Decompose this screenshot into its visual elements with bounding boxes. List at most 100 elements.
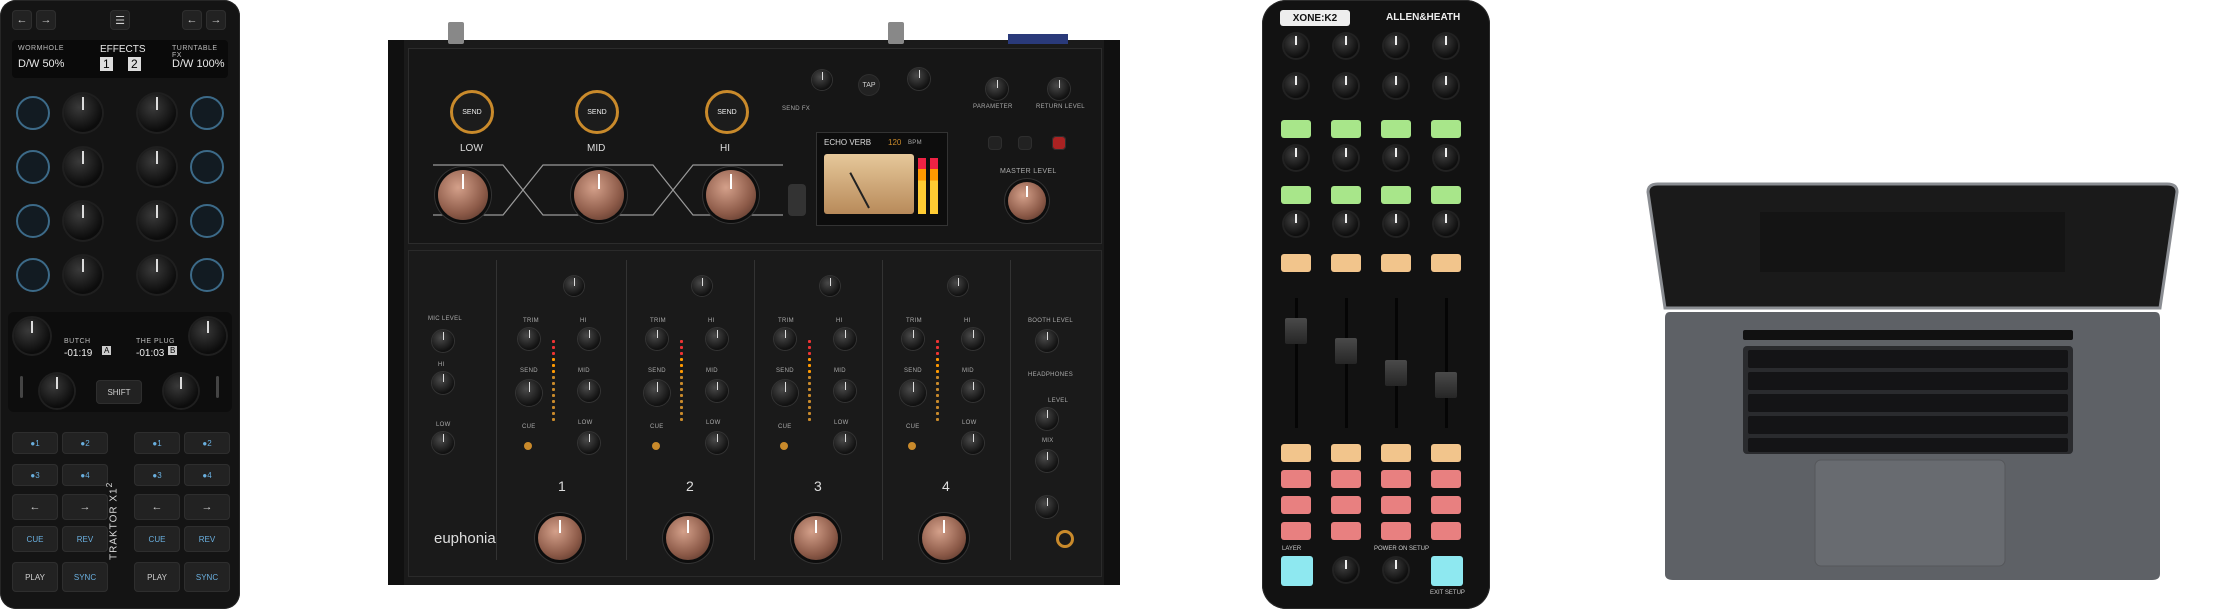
encoder[interactable]: [1334, 34, 1358, 58]
pot[interactable]: [1434, 212, 1458, 236]
sync-button[interactable]: SYNC: [62, 562, 108, 592]
cue-button[interactable]: [908, 442, 916, 450]
send-knob[interactable]: [900, 380, 926, 406]
beatjump-back-button[interactable]: ←: [134, 494, 180, 520]
pad-red[interactable]: [1431, 496, 1461, 514]
pot[interactable]: [1334, 74, 1358, 98]
shift-button[interactable]: SHIFT: [96, 380, 142, 404]
pad-red[interactable]: [1381, 496, 1411, 514]
input-select-knob[interactable]: [820, 276, 840, 296]
pot[interactable]: [1384, 74, 1408, 98]
touch-strip-left[interactable]: [20, 376, 23, 398]
exit-setup-button[interactable]: [1431, 556, 1463, 586]
pad-red[interactable]: [1331, 470, 1361, 488]
pad-green[interactable]: [1431, 186, 1461, 204]
beatjump-back-button[interactable]: ←: [12, 494, 58, 520]
fx-knob[interactable]: [64, 256, 102, 294]
eq-hi-knob[interactable]: [962, 328, 984, 350]
input-select-knob[interactable]: [692, 276, 712, 296]
pad-green[interactable]: [1381, 186, 1411, 204]
fader[interactable]: [1285, 318, 1307, 344]
pad-red[interactable]: [1431, 470, 1461, 488]
fader[interactable]: [1435, 372, 1457, 398]
pad-amber[interactable]: [1281, 444, 1311, 462]
encoder[interactable]: [1384, 34, 1408, 58]
rev-button[interactable]: REV: [184, 526, 230, 552]
pot[interactable]: [1284, 74, 1308, 98]
send-button-mid[interactable]: SEND: [575, 90, 619, 134]
pad-red[interactable]: [1381, 522, 1411, 540]
pad-amber[interactable]: [1381, 254, 1411, 272]
forward-button-right[interactable]: →: [206, 10, 226, 30]
fx-button-ring[interactable]: [16, 96, 50, 130]
encoder[interactable]: [1284, 34, 1308, 58]
pad-amber[interactable]: [1281, 254, 1311, 272]
toggle-switch[interactable]: [788, 184, 806, 216]
touch-bar[interactable]: [1743, 330, 2073, 340]
cue-button[interactable]: [524, 442, 532, 450]
pad-green[interactable]: [1431, 120, 1461, 138]
pad-red[interactable]: [1431, 522, 1461, 540]
mic-low-knob[interactable]: [432, 432, 454, 454]
pot[interactable]: [1334, 212, 1358, 236]
hotcue-button[interactable]: ●3: [134, 464, 180, 486]
pad-green[interactable]: [1281, 120, 1311, 138]
trackpad[interactable]: [1814, 459, 2006, 567]
encoder[interactable]: [1384, 558, 1408, 582]
fx-knob[interactable]: [64, 94, 102, 132]
hotcue-button[interactable]: ●1: [134, 432, 180, 454]
send-knob[interactable]: [644, 380, 670, 406]
brightness-button[interactable]: [1018, 136, 1032, 150]
pad-amber[interactable]: [1431, 254, 1461, 272]
eq-low-knob[interactable]: [834, 432, 856, 454]
pad-red[interactable]: [1281, 496, 1311, 514]
hotcue-button[interactable]: ●2: [184, 432, 230, 454]
eq-hi-knob[interactable]: [578, 328, 600, 350]
pad-red[interactable]: [1281, 522, 1311, 540]
hotcue-button[interactable]: ●2: [62, 432, 108, 454]
fx-button-ring[interactable]: [190, 150, 224, 184]
mic-level-knob[interactable]: [432, 330, 454, 352]
rev-button[interactable]: REV: [62, 526, 108, 552]
beatjump-forward-button[interactable]: →: [62, 494, 108, 520]
pad-green[interactable]: [1381, 120, 1411, 138]
fader[interactable]: [1385, 360, 1407, 386]
fx-button-ring[interactable]: [16, 150, 50, 184]
channel-level-knob[interactable]: [666, 516, 710, 560]
fx-button-ring[interactable]: [16, 258, 50, 292]
pad-green[interactable]: [1331, 186, 1361, 204]
master-mono-button[interactable]: [1052, 136, 1066, 150]
fx-knob[interactable]: [138, 202, 176, 240]
hotcue-button[interactable]: ●4: [62, 464, 108, 486]
eq-low-knob[interactable]: [706, 432, 728, 454]
pot[interactable]: [1384, 146, 1408, 170]
tap-button[interactable]: TAP: [858, 74, 880, 96]
send-knob[interactable]: [772, 380, 798, 406]
fx-knob[interactable]: [64, 202, 102, 240]
fader[interactable]: [1335, 338, 1357, 364]
send-knob[interactable]: [516, 380, 542, 406]
hotcue-button[interactable]: ●3: [12, 464, 58, 486]
pad-amber[interactable]: [1331, 254, 1361, 272]
isolator-knob-low[interactable]: [438, 170, 488, 220]
fx-time-knob[interactable]: [908, 68, 930, 90]
browse-encoder-left[interactable]: [14, 318, 50, 354]
parameter-knob[interactable]: [986, 78, 1008, 100]
back-button[interactable]: ←: [12, 10, 32, 30]
pad-red[interactable]: [1331, 522, 1361, 540]
hotcue-button[interactable]: ●1: [12, 432, 58, 454]
pad-green[interactable]: [1331, 120, 1361, 138]
pad-amber[interactable]: [1331, 444, 1361, 462]
fx-button-ring[interactable]: [190, 258, 224, 292]
eq-mid-knob[interactable]: [834, 380, 856, 402]
fx-button-ring[interactable]: [190, 96, 224, 130]
fx-button-ring[interactable]: [190, 204, 224, 238]
pad-green[interactable]: [1281, 186, 1311, 204]
cue-button[interactable]: CUE: [134, 526, 180, 552]
eq-low-knob[interactable]: [962, 432, 984, 454]
back-button-right[interactable]: ←: [182, 10, 202, 30]
booth-level-knob[interactable]: [1036, 330, 1058, 352]
eq-mid-knob[interactable]: [962, 380, 984, 402]
trim-knob[interactable]: [646, 328, 668, 350]
isolator-knob-mid[interactable]: [574, 170, 624, 220]
